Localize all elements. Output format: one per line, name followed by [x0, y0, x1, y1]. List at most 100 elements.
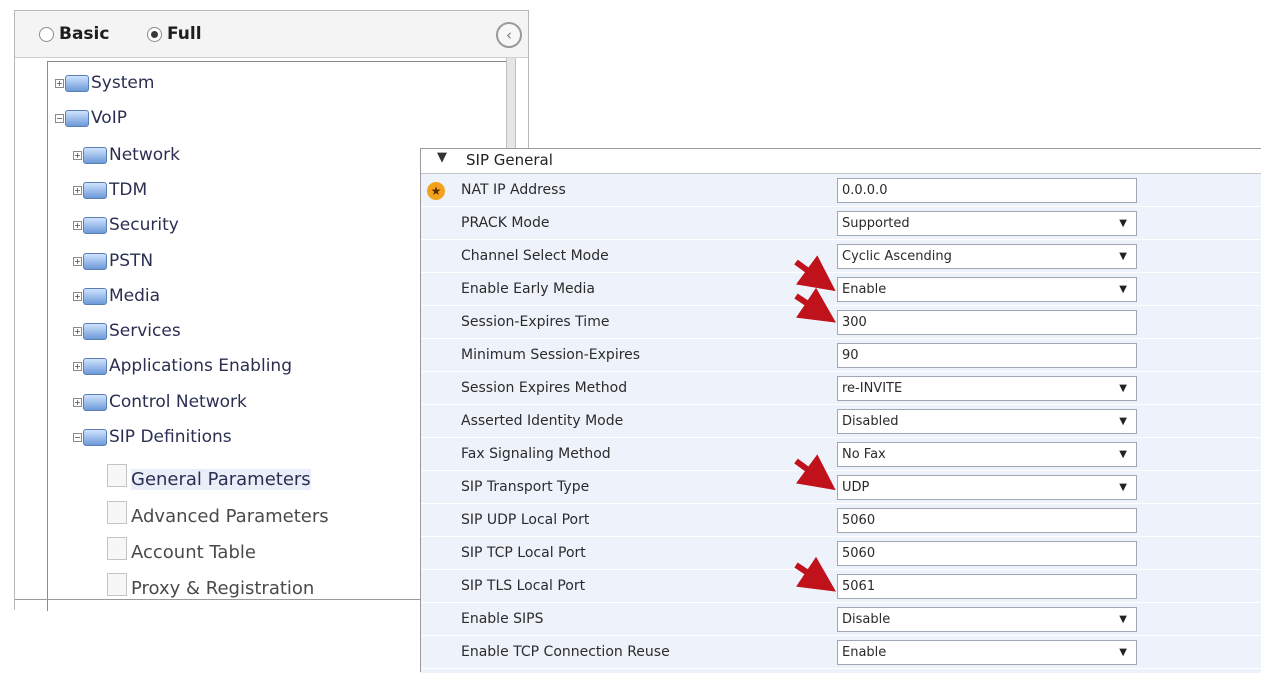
section-title: SIP General [466, 151, 553, 169]
tree-item-general-parameters[interactable]: General Parameters [107, 463, 311, 493]
dropdown-arrow-icon[interactable]: ▼ [1119, 641, 1127, 664]
dropdown-arrow-icon[interactable]: ▼ [1119, 608, 1127, 631]
tree-item-services[interactable]: + Services [73, 317, 181, 345]
param-row-fax-signaling-method: Fax Signaling Method No Fax ▼ [421, 438, 1261, 471]
param-input[interactable]: 5060 [837, 541, 1137, 566]
folder-icon [83, 287, 107, 305]
tree-item-advanced-parameters[interactable]: Advanced Parameters [107, 500, 329, 530]
param-value: 5061 [842, 579, 876, 594]
full-radio[interactable] [147, 27, 162, 42]
param-row-enable-sips: Enable SIPS Disable ▼ [421, 603, 1261, 636]
tree-item-label: Security [109, 215, 179, 235]
basic-label[interactable]: Basic [59, 24, 109, 44]
tree-item-proxy-registration[interactable]: Proxy & Registration [107, 572, 314, 602]
folder-icon [83, 181, 107, 199]
param-select[interactable]: UDP ▼ [837, 475, 1137, 500]
param-select[interactable]: Cyclic Ascending ▼ [837, 244, 1137, 269]
tree-item-label: Media [109, 286, 161, 306]
folder-icon [83, 428, 107, 446]
param-row-enable-early-media: Enable Early Media Enable ▼ [421, 273, 1261, 306]
param-input[interactable]: 0.0.0.0 [837, 178, 1137, 203]
expand-icon[interactable]: + [73, 397, 82, 407]
dropdown-arrow-icon[interactable]: ▼ [1119, 443, 1127, 466]
tree-item-applications-enabling[interactable]: + Applications Enabling [73, 352, 292, 380]
folder-icon [83, 146, 107, 164]
tree-item-control-network[interactable]: + Control Network [73, 388, 247, 416]
dropdown-arrow-icon[interactable]: ▼ [1119, 377, 1127, 400]
dropdown-arrow-icon[interactable]: ▼ [1119, 245, 1127, 268]
param-value: 5060 [842, 513, 876, 528]
param-select[interactable]: No Fax ▼ [837, 442, 1137, 467]
collapse-icon[interactable]: ‹ [496, 22, 522, 48]
param-label: Enable SIPS [461, 611, 544, 627]
collapse-tree-icon[interactable]: − [73, 432, 82, 442]
param-input[interactable]: 5060 [837, 508, 1137, 533]
dropdown-arrow-icon[interactable]: ▼ [1119, 410, 1127, 433]
param-select[interactable]: Disable ▼ [837, 607, 1137, 632]
param-row-asserted-identity-mode: Asserted Identity Mode Disabled ▼ [421, 405, 1261, 438]
expand-icon[interactable]: + [73, 150, 82, 160]
param-value: Enable [842, 645, 887, 660]
expand-icon[interactable]: + [73, 220, 82, 230]
star-icon: ★ [427, 182, 445, 200]
collapse-tree-icon[interactable]: − [55, 113, 64, 123]
param-select[interactable]: Disabled ▼ [837, 409, 1137, 434]
param-select[interactable]: Enable ▼ [837, 277, 1137, 302]
param-select[interactable]: re-INVITE ▼ [837, 376, 1137, 401]
folder-icon [83, 252, 107, 270]
param-value: 90 [842, 348, 859, 363]
param-value: Disabled [842, 414, 899, 429]
expand-icon[interactable]: + [73, 326, 82, 336]
tree-item-label: VoIP [91, 108, 127, 128]
parameters-table: ★ NAT IP Address 0.0.0.0 PRACK Mode Supporte… [421, 174, 1261, 673]
tree-item-pstn[interactable]: + PSTN [73, 247, 153, 275]
param-input[interactable]: 90 [837, 343, 1137, 368]
section-header[interactable]: ▼ SIP General [421, 149, 1261, 174]
folder-icon [83, 393, 107, 411]
expand-icon[interactable]: + [73, 256, 82, 266]
param-row-minimum-session-expires: Minimum Session-Expires 90 [421, 339, 1261, 372]
divider [15, 599, 443, 600]
page-icon [107, 463, 127, 487]
param-input[interactable]: 5061 [837, 574, 1137, 599]
page-icon [107, 500, 127, 524]
param-select[interactable]: Supported ▼ [837, 211, 1137, 236]
tree-item-label: PSTN [109, 251, 154, 271]
tree-item-network[interactable]: + Network [73, 141, 180, 169]
param-label: Session Expires Method [461, 380, 628, 396]
tree-item-security[interactable]: + Security [73, 211, 179, 239]
tree-item-media[interactable]: + Media [73, 282, 160, 310]
dropdown-arrow-icon[interactable]: ▼ [1119, 476, 1127, 499]
tree-item-voip[interactable]: − VoIP [55, 104, 127, 132]
tree-item-account-table[interactable]: Account Table [107, 536, 256, 566]
tree-item-label: General Parameters [131, 468, 311, 490]
dropdown-arrow-icon[interactable]: ▼ [1119, 212, 1127, 235]
tree-item-system[interactable]: + System [55, 69, 154, 97]
sip-general-panel: ▼ SIP General ★ NAT IP Address 0.0.0.0 PRAC… [420, 148, 1261, 673]
tree-item-tdm[interactable]: + TDM [73, 176, 147, 204]
basic-radio[interactable] [39, 27, 54, 42]
section-collapse-icon[interactable]: ▼ [437, 150, 447, 165]
param-label: Fax Signaling Method [461, 446, 611, 462]
folder-icon [83, 322, 107, 340]
param-input[interactable]: 300 [837, 310, 1137, 335]
tree-item-sip-definitions[interactable]: − SIP Definitions [73, 423, 232, 451]
param-label: Asserted Identity Mode [461, 413, 624, 429]
expand-icon[interactable]: + [73, 361, 82, 371]
param-row-enable-tcp-connection-reuse: Enable TCP Connection Reuse Enable ▼ [421, 636, 1261, 669]
dropdown-arrow-icon[interactable]: ▼ [1119, 278, 1127, 301]
param-select[interactable]: Enable ▼ [837, 640, 1137, 665]
expand-icon[interactable]: + [73, 185, 82, 195]
tree-item-label: Services [109, 321, 181, 341]
folder-icon [83, 216, 107, 234]
expand-icon[interactable]: + [55, 78, 64, 88]
param-label: Enable Early Media [461, 281, 595, 297]
param-label: Channel Select Mode [461, 248, 609, 264]
full-label[interactable]: Full [167, 24, 202, 44]
tree-item-label: TDM [109, 180, 148, 200]
page-icon [107, 536, 127, 560]
expand-icon[interactable]: + [73, 291, 82, 301]
mode-bar: Basic Full ‹ [15, 11, 528, 58]
param-row-sip-tcp-local-port: SIP TCP Local Port 5060 [421, 537, 1261, 570]
param-label: SIP TCP Local Port [461, 545, 586, 561]
